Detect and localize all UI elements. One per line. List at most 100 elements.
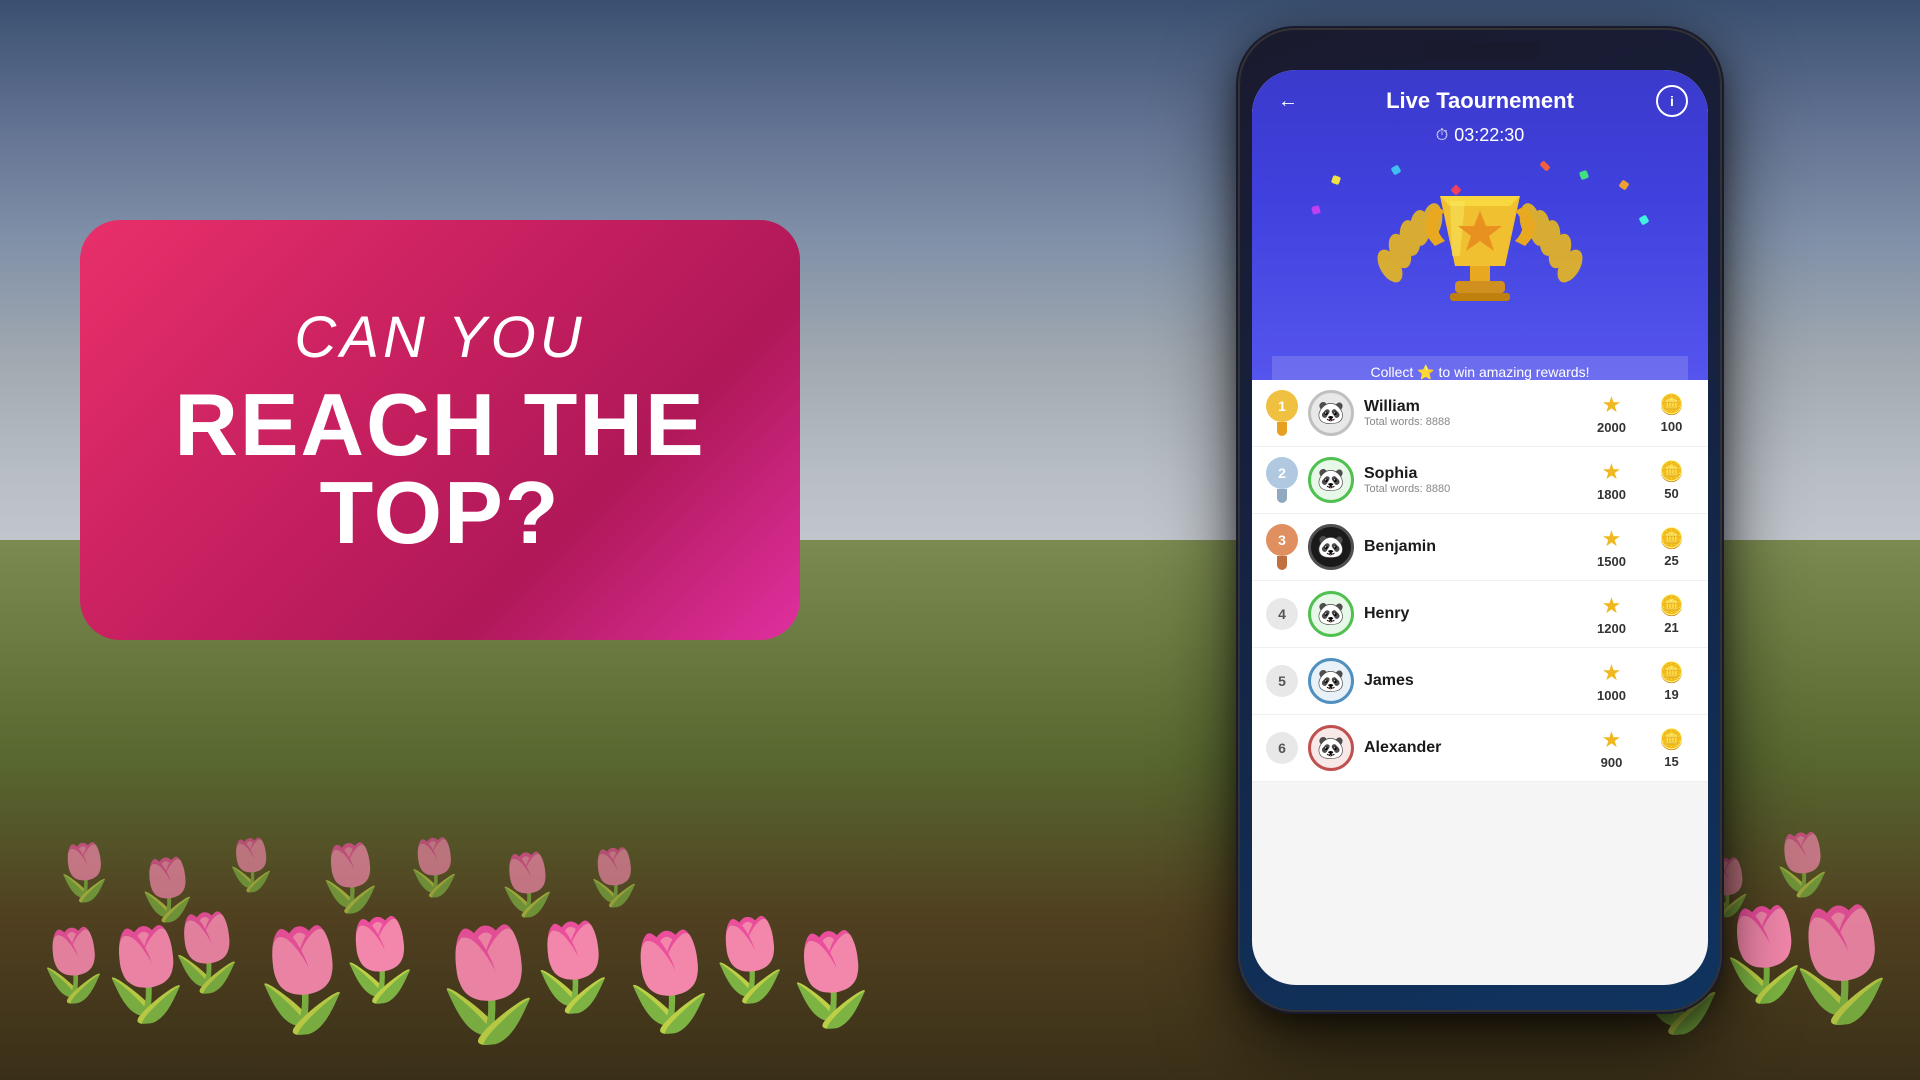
score-value-sophia: 1800 [1597, 487, 1626, 502]
avatar-james: 🐼 [1308, 658, 1354, 704]
coins-benjamin: 🪙 25 [1649, 526, 1694, 568]
score-value-william: 2000 [1597, 420, 1626, 435]
coin-icon: 🪙 [1659, 660, 1684, 685]
user-words-william: Total words: 8888 [1364, 416, 1574, 428]
leaderboard-item: 1 🐼 William Total words: 8888 ★ 2000 🪙 [1252, 380, 1708, 447]
coins-henry: 🪙 21 [1649, 593, 1694, 635]
rank-badge-2: 2 [1266, 457, 1298, 503]
leaderboard-item: 2 🐼 Sophia Total words: 8880 ★ 1800 🪙 [1252, 447, 1708, 514]
coin-icon: 🪙 [1659, 727, 1684, 752]
user-info-william: William Total words: 8888 [1364, 398, 1574, 428]
confetti-5 [1618, 179, 1629, 190]
user-info-james: James [1364, 672, 1574, 690]
user-name-william: William [1364, 398, 1574, 416]
leaderboard-item: 4 🐼 Henry ★ 1200 🪙 21 [1252, 581, 1708, 648]
coin-value-william: 100 [1661, 419, 1683, 434]
coins-alexander: 🪙 15 [1649, 727, 1694, 769]
star-icon: ★ [1602, 593, 1622, 619]
coin-value-henry: 21 [1664, 620, 1678, 635]
coin-value-james: 19 [1664, 687, 1678, 702]
star-icon: ★ [1602, 459, 1622, 485]
score-sophia: ★ 1800 [1584, 459, 1639, 502]
score-value-benjamin: 1500 [1597, 554, 1626, 569]
confetti-7 [1639, 215, 1650, 226]
leaderboard-item: 6 🐼 Alexander ★ 900 🪙 15 [1252, 715, 1708, 782]
user-info-benjamin: Benjamin [1364, 538, 1574, 556]
phone-device: ← Live Taournement i ⏱ 03:22:30 [1240, 30, 1720, 1010]
leaderboard-item: 3 🐼 Benjamin ★ 1500 🪙 25 [1252, 514, 1708, 581]
score-james: ★ 1000 [1584, 660, 1639, 703]
score-henry: ★ 1200 [1584, 593, 1639, 636]
user-name-james: James [1364, 672, 1574, 690]
app-nav: ← Live Taournement i [1272, 85, 1688, 117]
trophy-display [1272, 156, 1688, 356]
star-icon: ★ [1602, 392, 1622, 418]
coins-william: 🪙 100 [1649, 392, 1694, 434]
countdown-timer: ⏱ 03:22:30 [1272, 125, 1688, 146]
rank-badge-1: 1 [1266, 390, 1298, 436]
score-value-james: 1000 [1597, 688, 1626, 703]
banner-line2: REACH THETOP? [174, 381, 705, 557]
rank-number-1: 1 [1266, 390, 1298, 422]
confetti-6 [1311, 205, 1321, 215]
user-words-sophia: Total words: 8880 [1364, 483, 1574, 495]
avatar-benjamin: 🐼 [1308, 524, 1354, 570]
coins-sophia: 🪙 50 [1649, 459, 1694, 501]
star-icon: ★ [1602, 526, 1622, 552]
user-name-sophia: Sophia [1364, 465, 1574, 483]
info-button[interactable]: i [1656, 85, 1688, 117]
app-title: Live Taournement [1386, 88, 1574, 114]
rank-number-3: 3 [1266, 524, 1298, 556]
avatar-henry: 🐼 [1308, 591, 1354, 637]
leaderboard-item: 5 🐼 James ★ 1000 🪙 19 [1252, 648, 1708, 715]
medal-ribbon-1 [1277, 422, 1287, 436]
rank-number-6: 6 [1266, 732, 1298, 764]
score-value-henry: 1200 [1597, 621, 1626, 636]
collect-bar: Collect ⭐ to win amazing rewards! [1272, 356, 1688, 389]
rank-badge-3: 3 [1266, 524, 1298, 570]
rank-number-2: 2 [1266, 457, 1298, 489]
score-william: ★ 2000 [1584, 392, 1639, 435]
app-header: ← Live Taournement i ⏱ 03:22:30 [1252, 70, 1708, 380]
confetti-8 [1539, 160, 1550, 171]
banner-line1: CAN YOU [294, 304, 585, 371]
phone-screen: ← Live Taournement i ⏱ 03:22:30 [1252, 70, 1708, 985]
rank-badge-4: 4 [1266, 598, 1298, 630]
star-icon: ★ [1602, 727, 1622, 753]
coin-icon: 🪙 [1659, 392, 1684, 417]
promo-banner: CAN YOU REACH THETOP? [80, 220, 800, 640]
medal-ribbon-3 [1277, 556, 1287, 570]
trophy-svg [1350, 176, 1610, 356]
star-icon: ★ [1602, 660, 1622, 686]
rank-number-4: 4 [1266, 598, 1298, 630]
coin-value-sophia: 50 [1664, 486, 1678, 501]
user-name-benjamin: Benjamin [1364, 538, 1574, 556]
phone-shell: ← Live Taournement i ⏱ 03:22:30 [1240, 30, 1720, 1010]
coin-value-alexander: 15 [1664, 754, 1678, 769]
user-name-alexander: Alexander [1364, 739, 1574, 757]
user-name-henry: Henry [1364, 605, 1574, 623]
user-info-alexander: Alexander [1364, 739, 1574, 757]
avatar-william: 🐼 [1308, 390, 1354, 436]
score-alexander: ★ 900 [1584, 727, 1639, 770]
coin-value-benjamin: 25 [1664, 553, 1678, 568]
rank-number-5: 5 [1266, 665, 1298, 697]
coin-icon: 🪙 [1659, 526, 1684, 551]
user-info-sophia: Sophia Total words: 8880 [1364, 465, 1574, 495]
avatar-alexander: 🐼 [1308, 725, 1354, 771]
score-value-alexander: 900 [1601, 755, 1623, 770]
coin-icon: 🪙 [1659, 593, 1684, 618]
coins-james: 🪙 19 [1649, 660, 1694, 702]
rank-badge-5: 5 [1266, 665, 1298, 697]
rank-badge-6: 6 [1266, 732, 1298, 764]
phone-notch [1420, 42, 1540, 60]
medal-ribbon-2 [1277, 489, 1287, 503]
user-info-henry: Henry [1364, 605, 1574, 623]
score-benjamin: ★ 1500 [1584, 526, 1639, 569]
collect-text: Collect ⭐ to win amazing rewards! [1371, 364, 1590, 380]
confetti-1 [1331, 175, 1341, 185]
clock-icon: ⏱ [1436, 127, 1448, 145]
back-button[interactable]: ← [1272, 85, 1304, 117]
avatar-sophia: 🐼 [1308, 457, 1354, 503]
timer-value: 03:22:30 [1454, 125, 1524, 146]
